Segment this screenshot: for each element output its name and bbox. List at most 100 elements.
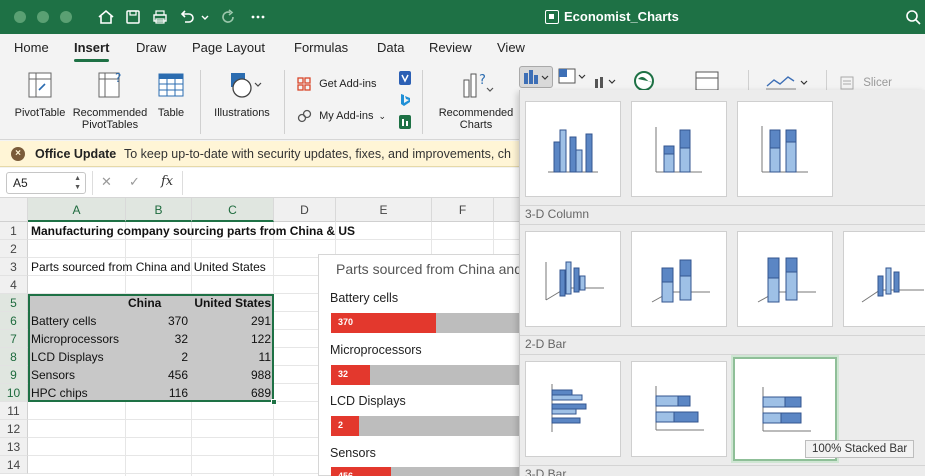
cell-b6[interactable]: 370 [126,312,188,330]
cell-a3[interactable]: Parts sourced from China and United Stat… [31,258,266,276]
row-header-4[interactable]: 4 [0,276,28,294]
more-options-icon[interactable] [248,7,268,27]
sparklines-icon[interactable] [764,72,810,92]
cell-c9[interactable]: 988 [192,366,271,384]
name-box[interactable]: A5 ▲ ▼ [6,172,86,194]
pivottable-button[interactable]: PivotTable [12,70,68,119]
tab-draw[interactable]: Draw [136,40,166,55]
illustrations-button[interactable]: Illustrations [208,70,276,119]
stacked-bar-option[interactable] [631,361,727,457]
row-header-5[interactable]: 5 [0,294,28,312]
zoom-window-button[interactable] [60,11,72,23]
cell-a8[interactable]: LCD Displays [31,348,104,366]
cell-b8[interactable]: 2 [126,348,188,366]
cell-b10[interactable]: 116 [126,384,188,402]
enter-icon[interactable]: ✓ [129,174,140,190]
row-header-11[interactable]: 11 [0,402,28,420]
row-header-6[interactable]: 6 [0,312,28,330]
column-header-d[interactable]: D [274,198,336,222]
column-header-c[interactable]: C [192,198,274,222]
chart-title[interactable]: Parts sourced from China and [336,261,522,277]
recommended-pivottables-button[interactable]: ? Recommended PivotTables [70,70,150,131]
column-header-a[interactable]: A [28,198,126,222]
tab-home[interactable]: Home [14,40,49,55]
insert-column-chart-button[interactable] [519,66,553,88]
maps-icon[interactable] [632,70,662,92]
column-header-b[interactable]: B [126,198,192,222]
cell-c6[interactable]: 291 [192,312,271,330]
insert-function-button[interactable]: fx [161,174,173,189]
row-header-3[interactable]: 3 [0,258,28,276]
waterfall-chart-icon[interactable] [593,75,617,89]
fill-handle[interactable] [271,399,277,405]
recommended-charts-button[interactable]: ? Recommended Charts [432,70,520,131]
row-header-7[interactable]: 7 [0,330,28,348]
dismiss-update-icon[interactable]: × [11,147,25,161]
undo-icon[interactable] [177,7,197,27]
3d-100-percent-stacked-column-option[interactable] [737,231,833,327]
tab-page-layout[interactable]: Page Layout [192,40,265,55]
chart-bar-us[interactable]: 2 [331,416,519,436]
visio-icon[interactable] [398,70,412,86]
print-icon[interactable] [150,7,170,27]
row-header-1[interactable]: 1 [0,222,28,240]
slicer-button[interactable]: Slicer [840,76,892,90]
tab-insert[interactable]: Insert [74,40,110,62]
row-header-8[interactable]: 8 [0,348,28,366]
cell-c8[interactable]: 11 [192,348,271,366]
select-all-corner[interactable] [0,198,28,222]
undo-dropdown-icon[interactable] [199,7,211,27]
cell-a7[interactable]: Microprocessors [31,330,119,348]
100-percent-stacked-column-option[interactable] [737,101,833,197]
3d-stacked-column-option[interactable] [631,231,727,327]
redo-icon[interactable] [218,7,238,27]
cell-a1[interactable]: Manufacturing company sourcing parts fro… [31,222,355,240]
chart-bar-us[interactable]: 370 [331,313,519,333]
cell-c10[interactable]: 689 [192,384,271,402]
row-header-14[interactable]: 14 [0,456,28,474]
3d-column-option[interactable] [843,231,925,327]
clustered-column-option[interactable] [525,101,621,197]
formula-input[interactable] [188,173,508,193]
column-header-f[interactable]: F [432,198,494,222]
clustered-bar-option[interactable] [525,361,621,457]
chart-bar-us[interactable]: 32 [331,365,519,385]
cell-c5[interactable]: United States [194,294,271,312]
bing-icon[interactable] [398,92,412,108]
home-icon[interactable] [96,7,116,27]
hierarchy-chart-icon[interactable] [556,67,588,87]
cancel-icon[interactable]: ✕ [101,174,112,190]
cell-a10[interactable]: HPC chips [31,384,88,402]
row-header-9[interactable]: 9 [0,366,28,384]
minimize-window-button[interactable] [37,11,49,23]
3d-clustered-column-option[interactable] [525,231,621,327]
table-button[interactable]: Table [152,70,190,119]
row-header-13[interactable]: 13 [0,438,28,456]
name-box-stepper-icon[interactable]: ▲ ▼ [74,174,81,192]
tab-formulas[interactable]: Formulas [294,40,348,55]
close-window-button[interactable] [14,11,26,23]
cell-b7[interactable]: 32 [126,330,188,348]
cell-b5[interactable]: China [128,294,190,312]
chart-bar-us[interactable]: 456 [331,467,519,476]
cell-a9[interactable]: Sensors [31,366,75,384]
cell-b9[interactable]: 456 [126,366,188,384]
column-header-e[interactable]: E [336,198,432,222]
row-header-10[interactable]: 10 [0,384,28,402]
cell-a6[interactable]: Battery cells [31,312,96,330]
save-icon[interactable] [123,7,143,27]
my-addins-button[interactable]: My Add-ins ⌄ [296,108,396,124]
tab-view[interactable]: View [497,40,525,55]
get-addins-button[interactable]: Get Add-ins [296,76,392,92]
search-icon[interactable] [903,7,923,27]
chart-bar-china[interactable]: 32 [331,365,371,385]
people-graph-icon[interactable] [398,114,412,130]
row-header-12[interactable]: 12 [0,420,28,438]
stacked-column-option[interactable] [631,101,727,197]
cell-c7[interactable]: 122 [192,330,271,348]
chart-bar-china[interactable]: 2 [331,416,360,436]
row-header-2[interactable]: 2 [0,240,28,258]
tab-data[interactable]: Data [377,40,404,55]
chart-bar-china[interactable]: 456 [331,467,392,476]
pivotchart-icon[interactable] [694,70,720,92]
